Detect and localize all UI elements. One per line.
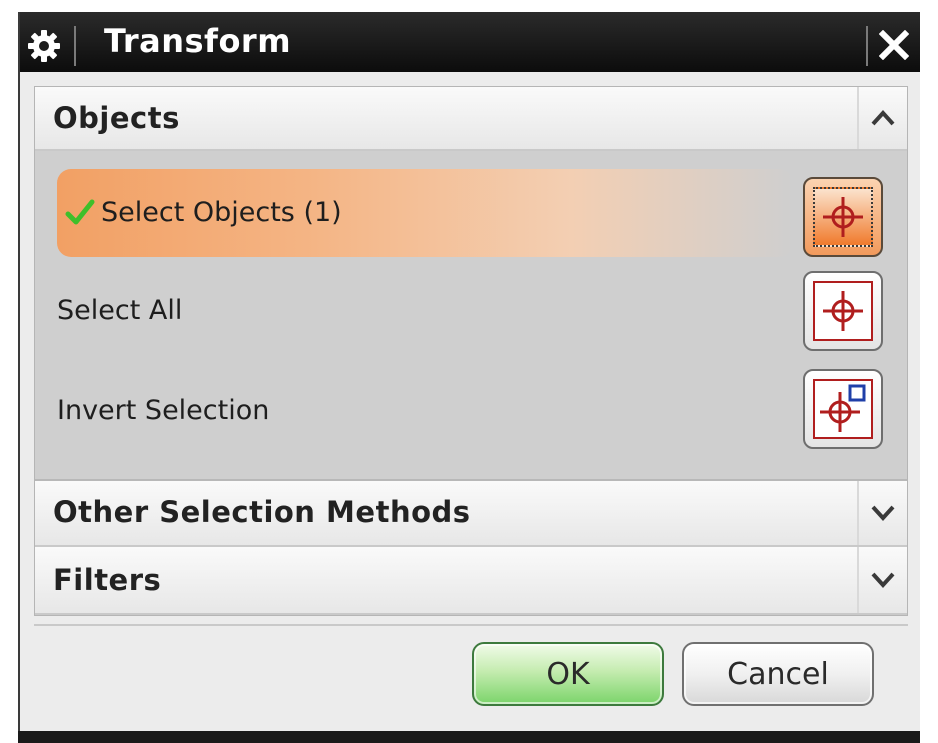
invert-selection-row[interactable]: Invert Selection — [35, 363, 907, 459]
crosshair-select-icon — [813, 187, 873, 247]
checkmark-icon — [65, 198, 95, 230]
group-label-objects: Objects — [53, 101, 180, 135]
objects-group-body: Select Objects (1) Select All Invert Sel… — [35, 151, 907, 481]
transform-dialog: Transform Objects Select Objects (1) Sel… — [18, 12, 920, 743]
chevron-down-icon — [871, 572, 895, 588]
select-all-row[interactable]: Select All — [35, 265, 907, 361]
chevron-up-icon — [871, 110, 895, 126]
dialog-bottom-edge — [18, 731, 920, 743]
select-objects-label: Select Objects (1) — [101, 197, 342, 228]
invert-selection-button[interactable] — [803, 369, 883, 449]
select-all-button[interactable] — [803, 271, 883, 351]
group-header-other-selection-methods[interactable]: Other Selection Methods — [35, 481, 907, 547]
group-label-other-selection-methods: Other Selection Methods — [53, 495, 471, 529]
cancel-button[interactable]: Cancel — [682, 642, 874, 706]
expand-other-selection-methods-toggle[interactable] — [857, 481, 907, 545]
select-objects-button[interactable] — [803, 177, 883, 257]
title-separator — [74, 26, 76, 66]
collapse-objects-toggle[interactable] — [857, 87, 907, 149]
title-bar[interactable]: Transform — [20, 12, 920, 72]
expand-filters-toggle[interactable] — [857, 547, 907, 613]
selection-panel: Objects Select Objects (1) Select All In… — [34, 86, 908, 616]
crosshair-select-all-icon — [813, 281, 873, 341]
ok-button[interactable]: OK — [472, 642, 664, 706]
window-title: Transform — [104, 22, 292, 60]
invert-selection-label: Invert Selection — [57, 395, 270, 426]
footer-separator — [34, 624, 908, 626]
crosshair-invert-icon — [813, 379, 873, 439]
close-icon — [879, 30, 909, 60]
chevron-down-icon — [871, 505, 895, 521]
title-separator — [866, 26, 868, 66]
select-all-label: Select All — [57, 295, 183, 326]
group-header-objects[interactable]: Objects — [35, 87, 907, 151]
group-label-filters: Filters — [53, 563, 162, 597]
close-button[interactable] — [870, 20, 918, 70]
gear-icon[interactable] — [22, 24, 66, 68]
select-objects-row[interactable]: Select Objects (1) — [35, 165, 907, 261]
group-header-filters[interactable]: Filters — [35, 547, 907, 615]
